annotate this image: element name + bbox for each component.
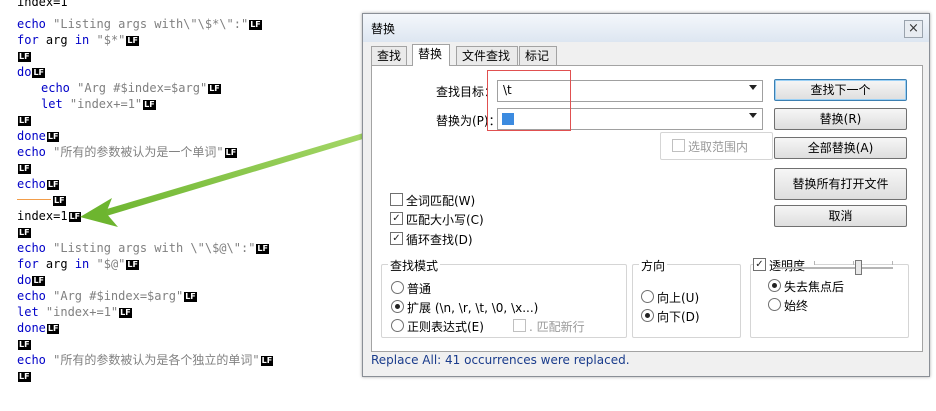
cancel-button[interactable]: 取消 (774, 205, 907, 227)
direction-group: 方向 向上(U) 向下(D) (632, 257, 741, 338)
transparency-label: 透明度 (769, 259, 806, 273)
checkbox-icon: ✓ (390, 212, 403, 225)
match-case-label: 匹配大小写(C) (406, 213, 484, 227)
tab-mark[interactable]: 标记 (519, 46, 557, 65)
status-bar: Replace All: 41 occurrences were replace… (371, 353, 630, 367)
radio-icon (641, 290, 654, 303)
checkbox-icon: ✓ (390, 232, 403, 245)
direction-title: 方向 (639, 257, 668, 274)
radio-icon (391, 300, 404, 313)
radio-icon (768, 279, 781, 292)
transparency-checkbox[interactable]: ✓ 透明度 (753, 257, 814, 273)
slider-tick (814, 261, 815, 265)
tab-find-in-files[interactable]: 文件查找 (456, 46, 518, 65)
slider-tick (892, 261, 893, 265)
slider-tick (853, 261, 854, 265)
search-mode-group: 查找模式 普通 扩展 (\n, \r, \t, \0, \x...) 正则表达式… (381, 257, 627, 338)
replace-all-open-files-button[interactable]: 替换所有打开文件 (774, 168, 907, 200)
checkbox-icon (672, 139, 685, 152)
find-next-button[interactable]: 查找下一个 (774, 79, 907, 101)
transparency-slider-thumb[interactable] (855, 260, 862, 275)
replace-button[interactable]: 替换(R) (774, 108, 907, 130)
checkbox-icon (513, 319, 526, 332)
dialog-titlebar[interactable]: 替换 × (363, 14, 929, 42)
direction-down-label: 向下(D) (657, 310, 700, 324)
radio-icon (641, 309, 654, 322)
annotation-highlight-box (487, 70, 571, 131)
search-mode-regex-label: 正则表达式(E) (407, 320, 484, 334)
chevron-down-icon[interactable] (749, 113, 757, 118)
close-icon[interactable]: × (904, 20, 923, 38)
transparency-group: ✓ 透明度 失去焦点后 始终 (750, 257, 909, 338)
search-mode-title: 查找模式 (388, 257, 441, 274)
chevron-down-icon[interactable] (749, 85, 757, 90)
whole-word-label: 全词匹配(W) (406, 194, 476, 208)
checkbox-icon: ✓ (753, 258, 766, 271)
tab-find[interactable]: 查找 (371, 46, 407, 65)
transparency-always-label: 始终 (784, 299, 809, 313)
direction-up-label: 向上(U) (657, 291, 700, 305)
dot-newline-label: . 匹配新行 (529, 320, 585, 334)
replace-all-button[interactable]: 全部替换(A) (774, 137, 907, 159)
transparency-slider-track[interactable] (775, 267, 893, 269)
radio-icon (391, 281, 404, 294)
replace-dialog: 替换 × 查找 替换 文件查找 标记 查找目标： \t 替换为(P)： 选取范围… (362, 13, 930, 377)
replace-panel: 查找目标： \t 替换为(P)： 选取范围内 查找下一个 替换(R) 全部替换(… (371, 65, 923, 352)
in-selection-label: 选取范围内 (688, 140, 749, 154)
dialog-title: 替换 (371, 22, 396, 36)
transparency-on-lose-focus-label: 失去焦点后 (784, 280, 845, 294)
search-mode-extended-label: 扩展 (\n, \r, \t, \0, \x...) (407, 301, 539, 315)
wrap-around-label: 循环查找(D) (406, 233, 473, 247)
tab-replace[interactable]: 替换 (412, 44, 450, 66)
search-mode-normal-label: 普通 (407, 282, 432, 296)
checkbox-icon (390, 193, 403, 206)
slider-tick (775, 261, 776, 265)
radio-icon (768, 298, 781, 311)
radio-icon (391, 319, 404, 332)
in-selection-group: 选取范围内 (660, 132, 773, 160)
